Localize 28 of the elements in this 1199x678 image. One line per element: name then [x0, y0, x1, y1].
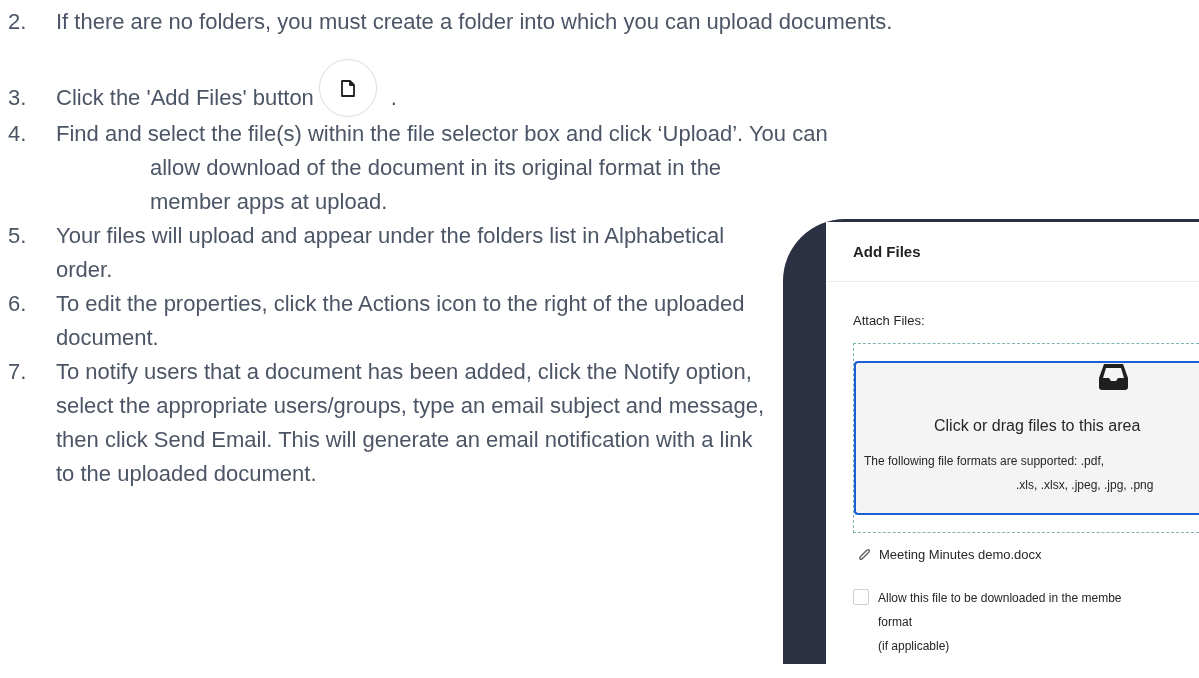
step-text: To notify users that a document has been added, click the Notify option, select the appropriate users/groups, type an email subject and message, then click Send Email. This will generate an email notification with a link to the uploaded document. — [56, 359, 765, 486]
paperclip-icon — [858, 548, 871, 562]
step-text: . — [390, 84, 397, 110]
checkbox-label: (if applicable) — [878, 638, 951, 655]
list-number: 6. — [8, 290, 28, 318]
checkbox[interactable] — [853, 589, 869, 605]
list-number: 7. — [8, 358, 28, 386]
list-number: 4. — [8, 120, 28, 148]
field-label: Attach Files: — [853, 312, 926, 330]
step-note: allow download of the document in its original format in the member apps at upload. — [150, 154, 723, 216]
step-text: Your files will upload and appear under the folders list in Alphabetical order. — [56, 223, 725, 282]
inbox-icon — [1098, 363, 1129, 391]
supported-formats-text: .xls, .xlsx, .jpeg, .jpg, .png — [1015, 477, 1155, 494]
step-text: Find and select the file(s) within the file selector box and click ‘Upload’. You can — [56, 121, 828, 146]
checkbox-label: format — [878, 614, 913, 631]
step-text: Click the 'Add Files' button — [56, 84, 314, 110]
file-icon — [340, 79, 355, 97]
attached-file-name: Meeting Minutes demo.docx — [879, 546, 1042, 564]
list-number: 2. — [8, 8, 28, 36]
dropzone-text: Click or drag files to this area — [933, 417, 1142, 435]
dialog-title: Add Files — [853, 242, 921, 261]
upload-dropzone[interactable]: Click or drag files to this area The following file formats are supported: .pdf, .xls, .xlsx, .jpeg, .jpg, .png — [854, 361, 1199, 515]
checkbox-label: Allow this file to be downloaded in the membe — [878, 590, 1122, 607]
supported-formats-text: The following file formats are supported: .pdf, — [863, 453, 1106, 470]
step-text: If there are no folders, you must create a folder into which you can upload documents. — [56, 9, 893, 34]
step-text: To edit the properties, click the Actions icon to the right of the uploaded document. — [56, 291, 745, 350]
list-number: 3. — [8, 83, 28, 112]
list-number: 5. — [8, 222, 28, 250]
